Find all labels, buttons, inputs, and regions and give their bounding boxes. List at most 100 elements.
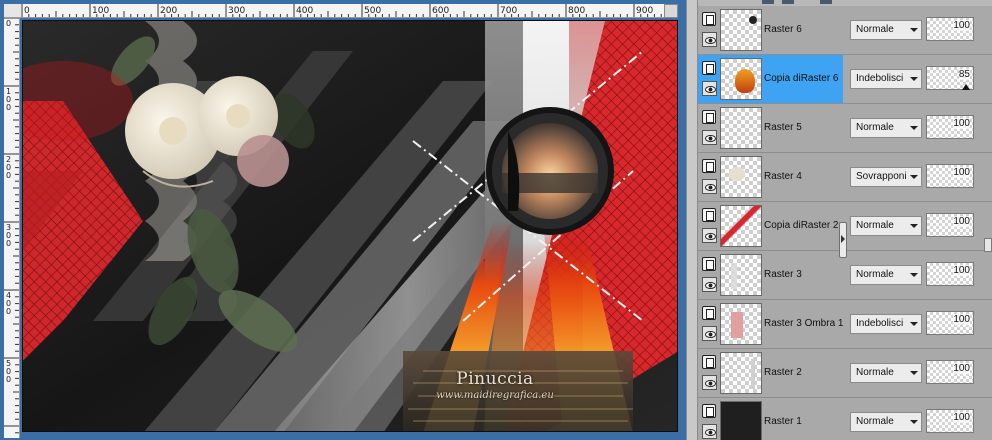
- layer-type-icon[interactable]: [702, 110, 716, 124]
- ruler-scroll-button[interactable]: [664, 4, 678, 18]
- eye-icon[interactable]: [702, 228, 717, 243]
- layer-info[interactable]: Copia diRaster 6: [698, 55, 843, 103]
- toolbar-button[interactable]: [762, 0, 774, 4]
- layer-thumbnail[interactable]: [720, 303, 762, 345]
- layer-icons: [702, 304, 718, 344]
- layer-name[interactable]: Raster 2: [764, 367, 802, 378]
- layer-info[interactable]: Raster 6: [698, 6, 843, 54]
- blend-mode-select[interactable]: Indebolisci: [850, 69, 922, 89]
- layer-type-icon[interactable]: [702, 159, 716, 173]
- eye-icon[interactable]: [702, 81, 717, 96]
- opacity-slider[interactable]: 100: [926, 213, 974, 237]
- layer-info[interactable]: Raster 4: [698, 153, 843, 201]
- opacity-slider[interactable]: 85: [926, 66, 974, 90]
- layer-type-icon[interactable]: [702, 208, 716, 222]
- layer-info[interactable]: Raster 5: [698, 104, 843, 152]
- layer-thumbnail[interactable]: [720, 352, 762, 394]
- layer-type-icon[interactable]: [702, 404, 716, 418]
- blend-mode-label: Normale: [856, 269, 894, 280]
- blend-mode-select[interactable]: Normale: [850, 216, 922, 236]
- layer-icons: [702, 255, 718, 295]
- layer-name[interactable]: Raster 3 Ombra 1: [764, 318, 843, 329]
- layer-properties: Normale 100: [846, 251, 992, 299]
- layer-type-icon[interactable]: [702, 355, 716, 369]
- ruler-h-label: 300: [228, 6, 245, 16]
- chevron-down-icon: [910, 28, 918, 32]
- opacity-slider[interactable]: 100: [926, 360, 974, 384]
- blend-mode-select[interactable]: Normale: [850, 20, 922, 40]
- layer-row[interactable]: Raster 6 Normale 100: [698, 6, 992, 55]
- blend-mode-label: Normale: [856, 416, 894, 427]
- image-canvas[interactable]: Pinuccia www.maidiregrafica.eu: [22, 20, 678, 432]
- layer-info[interactable]: Raster 3: [698, 251, 843, 299]
- chevron-down-icon: [910, 273, 918, 277]
- opacity-slider[interactable]: 100: [926, 409, 974, 433]
- ruler-h-label: 0: [24, 6, 30, 16]
- layer-properties: Normale 100: [846, 349, 992, 397]
- layer-list-scrollbar[interactable]: [984, 238, 992, 252]
- opacity-value: 85: [958, 69, 970, 80]
- layer-type-icon[interactable]: [702, 257, 716, 271]
- opacity-value: 100: [953, 167, 970, 178]
- layer-name[interactable]: Raster 5: [764, 122, 802, 133]
- layer-row[interactable]: Raster 4 Sovrapponi 100: [698, 153, 992, 202]
- opacity-slider[interactable]: 100: [926, 164, 974, 188]
- ruler-h-label: 800: [568, 6, 585, 16]
- layer-icons: [702, 108, 718, 148]
- eye-icon[interactable]: [702, 326, 717, 341]
- layer-name[interactable]: Raster 6: [764, 24, 802, 35]
- eye-icon[interactable]: [702, 424, 717, 439]
- layer-type-icon[interactable]: [702, 306, 716, 320]
- layer-type-icon[interactable]: [702, 12, 716, 26]
- layer-thumbnail[interactable]: [720, 156, 762, 198]
- toolbar-button[interactable]: [820, 0, 832, 4]
- layer-thumbnail[interactable]: [720, 401, 762, 440]
- canvas-area[interactable]: 0 100 200 300 400 500 600 700 800 900 0 100 200 300 4…: [0, 0, 686, 440]
- layer-row[interactable]: Raster 5 Normale 100: [698, 104, 992, 153]
- opacity-slider[interactable]: 100: [926, 311, 974, 335]
- layer-name[interactable]: Raster 3: [764, 269, 802, 280]
- layer-info[interactable]: Raster 1: [698, 398, 843, 440]
- layer-type-icon[interactable]: [702, 61, 716, 75]
- blend-mode-select[interactable]: Normale: [850, 265, 922, 285]
- layer-thumbnail[interactable]: [720, 205, 762, 247]
- toolbar-button[interactable]: [782, 0, 794, 4]
- layer-row[interactable]: Raster 3 Normale 100: [698, 251, 992, 300]
- opacity-slider[interactable]: 100: [926, 17, 974, 41]
- layer-row[interactable]: Raster 2 Normale 100: [698, 349, 992, 398]
- blend-mode-select[interactable]: Normale: [850, 118, 922, 138]
- opacity-slider[interactable]: 100: [926, 262, 974, 286]
- blend-mode-select[interactable]: Indebolisci: [850, 314, 922, 334]
- layer-name[interactable]: Raster 1: [764, 416, 802, 427]
- layer-info[interactable]: Copia diRaster 2: [698, 202, 843, 250]
- layer-icons: [702, 402, 718, 440]
- layer-icons: [702, 157, 718, 197]
- eye-icon[interactable]: [702, 179, 717, 194]
- blend-mode-label: Normale: [856, 122, 894, 133]
- layer-info[interactable]: Raster 3 Ombra 1: [698, 300, 843, 348]
- layer-row[interactable]: Copia diRaster 6 Indebolisci 85: [698, 55, 992, 104]
- layer-info[interactable]: Raster 2: [698, 349, 843, 397]
- eye-icon[interactable]: [702, 375, 717, 390]
- layer-row[interactable]: Raster 1 Normale 100: [698, 398, 992, 440]
- layer-thumbnail[interactable]: [720, 107, 762, 149]
- blend-mode-select[interactable]: Sovrapponi: [850, 167, 922, 187]
- layer-icons: [702, 10, 718, 50]
- blend-mode-select[interactable]: Normale: [850, 412, 922, 432]
- layer-row[interactable]: Raster 3 Ombra 1 Indebolisci 100: [698, 300, 992, 349]
- eye-icon[interactable]: [702, 277, 717, 292]
- opacity-slider[interactable]: 100: [926, 115, 974, 139]
- layer-properties: Normale 100: [846, 398, 992, 440]
- layer-thumbnail[interactable]: [720, 58, 762, 100]
- eye-icon[interactable]: [702, 32, 717, 47]
- layer-name[interactable]: Copia diRaster 6: [764, 73, 838, 84]
- layer-thumbnail[interactable]: [720, 9, 762, 51]
- layer-name[interactable]: Raster 4: [764, 171, 802, 182]
- panel-collapse-handle[interactable]: [839, 222, 847, 258]
- panel-divider[interactable]: [686, 0, 698, 440]
- layer-thumbnail[interactable]: [720, 254, 762, 296]
- blend-mode-select[interactable]: Normale: [850, 363, 922, 383]
- opacity-handle-icon[interactable]: [962, 84, 971, 90]
- eye-icon[interactable]: [702, 130, 717, 145]
- layer-name[interactable]: Copia diRaster 2: [764, 220, 838, 231]
